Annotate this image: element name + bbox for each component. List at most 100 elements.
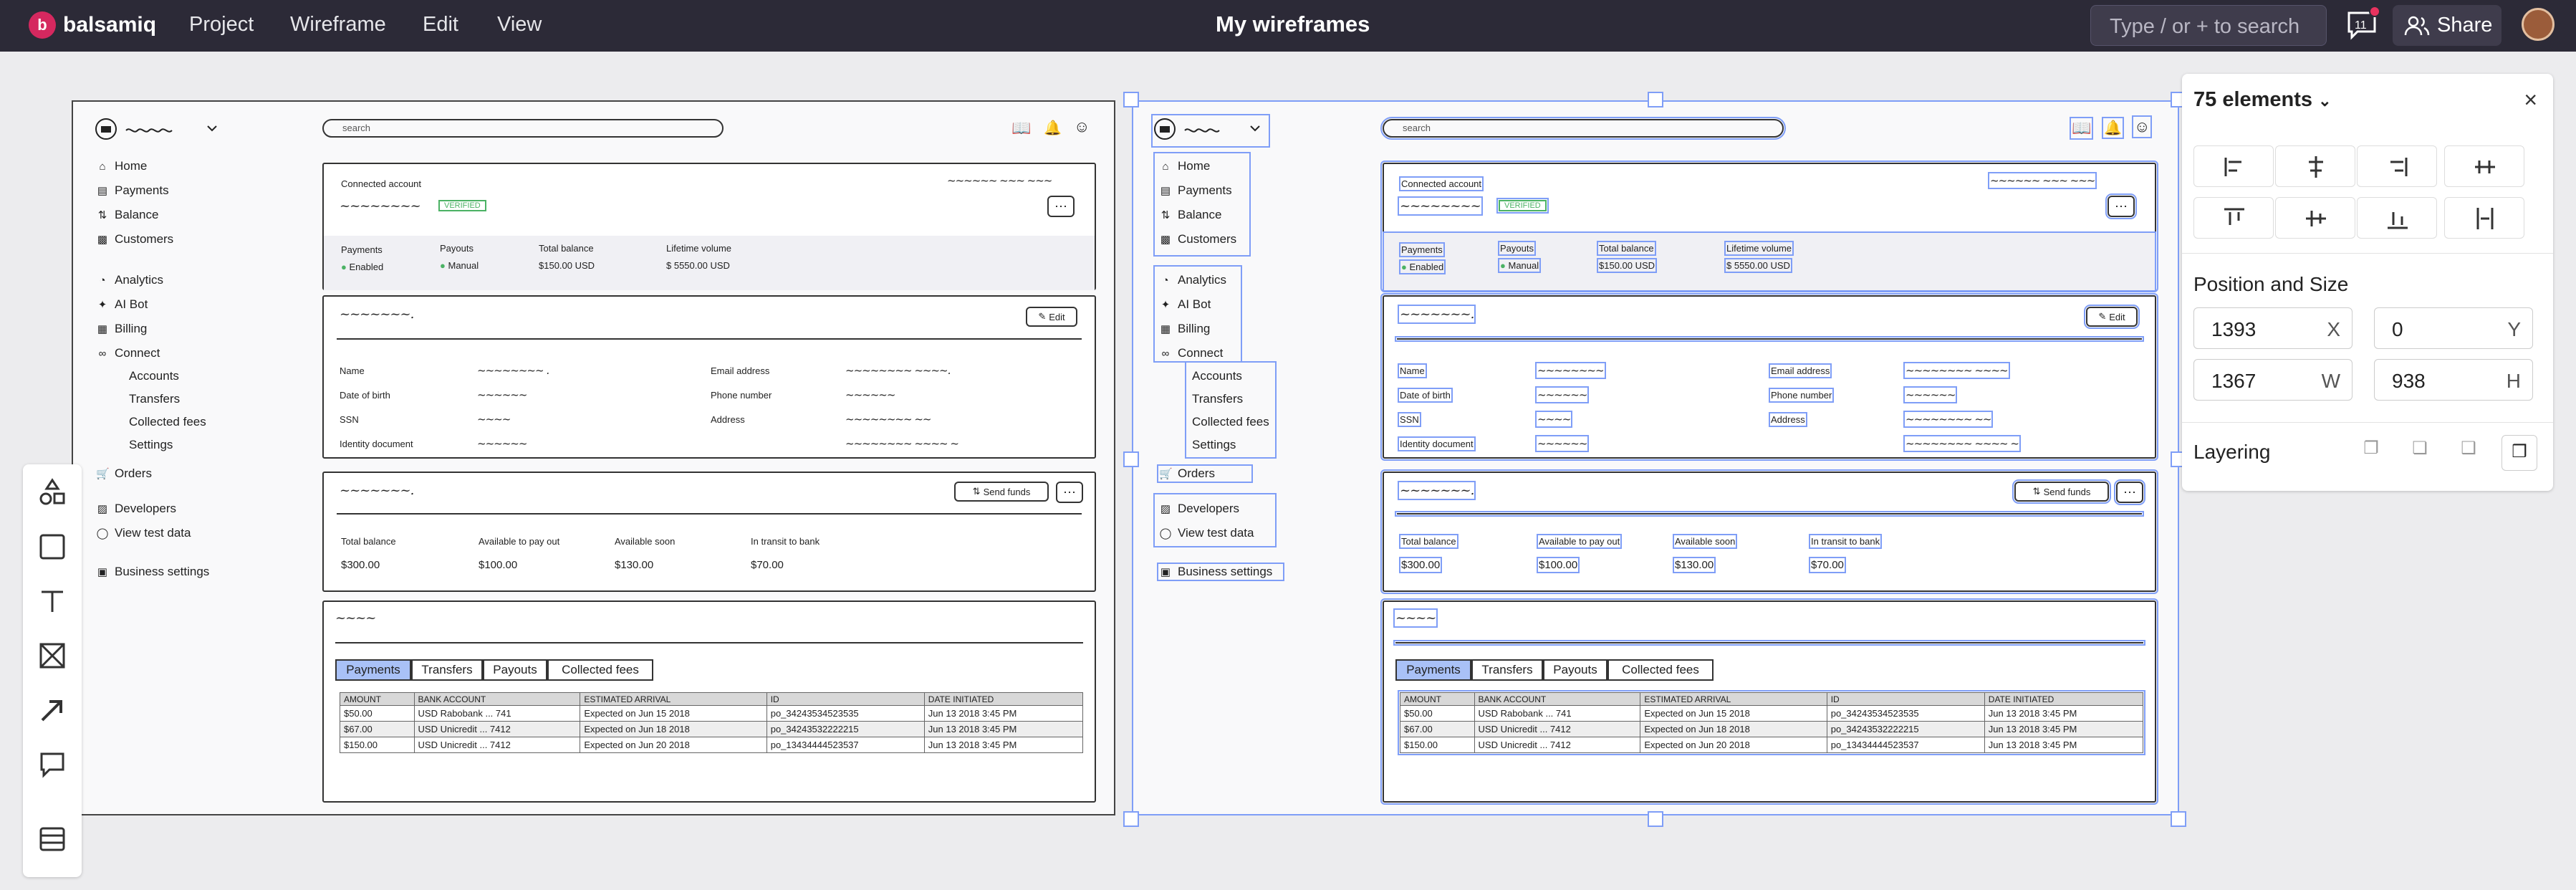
resize-handle[interactable] [1123, 811, 1139, 827]
shapes-tool[interactable] [36, 476, 69, 509]
more-button[interactable]: ⋯ [2105, 193, 2137, 219]
column-header[interactable]: DATE INITIATED [1984, 692, 2144, 706]
nav-settings[interactable]: Settings [129, 438, 173, 452]
resize-handle[interactable] [1123, 451, 1139, 467]
column-header[interactable]: AMOUNT [1400, 692, 1475, 706]
nav-view-test-data[interactable]: ◯ View test data [96, 526, 191, 540]
wf-bell-icon[interactable]: 🔔 [1044, 119, 1062, 137]
wf-book-icon[interactable]: 📖 [1011, 119, 1031, 138]
distribute-horizontal-button[interactable] [2444, 145, 2524, 187]
table-row[interactable]: $50.00 USD Rabobank ... 741 Expected on Ju… [340, 705, 1084, 722]
nav-ai-bot[interactable]: ✦ AI Bot [96, 297, 148, 312]
column-header[interactable]: AMOUNT [340, 692, 415, 706]
align-right-button[interactable] [2357, 145, 2437, 187]
column-header[interactable]: ID [766, 692, 925, 706]
nav-view-test-data[interactable]: ◯ View test data [1159, 526, 1254, 540]
user-avatar[interactable] [2522, 8, 2555, 41]
tab-collected-fees[interactable]: Collected fees [1607, 659, 1714, 681]
nav-customers[interactable]: ▩ Customers [1159, 232, 1236, 247]
resize-handle[interactable] [2171, 811, 2186, 827]
tab-collected-fees[interactable]: Collected fees [547, 659, 653, 681]
rectangle-tool[interactable] [36, 530, 69, 563]
column-header[interactable]: BANK ACCOUNT [1474, 692, 1641, 706]
distribute-vertical-button[interactable] [2444, 197, 2524, 239]
nav-billing[interactable]: ▦ Billing [96, 322, 147, 336]
bring-to-front-icon[interactable]: ❒ [2501, 435, 2537, 471]
text-tool[interactable] [36, 585, 69, 618]
table-row[interactable]: $150.00 USD Unicredit ... 7412 Expected on… [340, 737, 1084, 753]
image-placeholder-tool[interactable] [36, 639, 69, 672]
column-header[interactable]: ID [1826, 692, 1985, 706]
balsamiq-logo[interactable]: b balsamiq [29, 11, 156, 39]
wf-search-input[interactable]: search [322, 119, 724, 138]
wf-bell-icon[interactable]: 🔔 [2102, 117, 2124, 139]
w-field[interactable]: W 1367 [2193, 359, 2352, 401]
more-button[interactable]: ⋯ [1056, 482, 1083, 503]
notifications-button[interactable]: 11 [2346, 6, 2380, 40]
tab-payments[interactable]: Payments [1395, 659, 1471, 681]
align-top-button[interactable] [2193, 197, 2274, 239]
bring-forward-icon[interactable]: ❏ [2406, 438, 2434, 466]
nav-developers[interactable]: ▨ Developers [96, 502, 176, 516]
nav-payments[interactable]: ▤ Payments [1159, 183, 1232, 198]
comment-tool[interactable] [36, 748, 69, 781]
nav-transfers[interactable]: Transfers [1192, 392, 1243, 406]
document-title[interactable]: My wireframes [1216, 11, 1370, 37]
send-funds-button[interactable]: ⇅ Send funds [2012, 479, 2111, 504]
nav-ai-bot[interactable]: ✦ AI Bot [1159, 297, 1211, 312]
resize-handle[interactable] [1123, 92, 1139, 107]
table-row[interactable]: $67.00 USD Unicredit ... 7412 Expected on … [1400, 721, 2144, 737]
align-center-button[interactable] [2275, 145, 2355, 187]
nav-orders[interactable]: 🛒 Orders [1157, 464, 1253, 483]
nav-developers[interactable]: ▨ Developers [1159, 502, 1239, 516]
table-row[interactable]: $150.00 USD Unicredit ... 7412 Expected on… [1400, 737, 2144, 753]
resize-handle[interactable] [1648, 811, 1663, 827]
table-tool[interactable] [36, 823, 69, 856]
nav-balance[interactable]: ⇅ Balance [1159, 208, 1222, 222]
column-header[interactable]: ESTIMATED ARRIVAL [580, 692, 767, 706]
nav-accounts[interactable]: Accounts [1192, 369, 1242, 383]
align-left-button[interactable] [2193, 145, 2274, 187]
send-to-back-icon[interactable]: ❐ [2357, 438, 2385, 466]
nav-connect[interactable]: ∞ Connect [1159, 346, 1224, 360]
nav-connect[interactable]: ∞ Connect [96, 346, 160, 360]
menu-project[interactable]: Project [189, 13, 254, 37]
nav-balance[interactable]: ⇅ Balance [96, 208, 159, 222]
resize-handle[interactable] [1648, 92, 1663, 107]
nav-analytics[interactable]: ◔ Analytics [96, 273, 163, 287]
nav-analytics[interactable]: ◔ Analytics [1159, 273, 1226, 287]
nav-collected-fees[interactable]: Collected fees [129, 415, 206, 429]
y-field[interactable]: Y0 [2374, 307, 2533, 349]
nav-business-settings[interactable]: ▣ Business settings [1157, 563, 1284, 581]
wireframe-right-selected[interactable]: search 📖 🔔 ☺ ⌂ Home ▤ Payments ⇅ Balance ▩ C… [1132, 100, 2179, 815]
nav-home[interactable]: ⌂ Home [96, 159, 147, 173]
x-field[interactable]: X 1393 [2193, 307, 2352, 349]
tab-payouts[interactable]: Payouts [1543, 659, 1607, 681]
close-icon[interactable]: × [2524, 87, 2537, 113]
h-field[interactable]: H 938 [2374, 359, 2533, 401]
nav-business-settings[interactable]: ▣ Business settings [96, 565, 209, 579]
selection-count[interactable]: 75 elements ⌄ [2193, 88, 2332, 112]
send-funds-button[interactable]: ⇅ Send funds [954, 482, 1049, 502]
more-button[interactable]: ⋯ [1047, 196, 1075, 217]
menu-wireframe[interactable]: Wireframe [290, 13, 386, 37]
column-header[interactable]: BANK ACCOUNT [413, 692, 581, 706]
column-header[interactable]: ESTIMATED ARRIVAL [1640, 692, 1827, 706]
tab-transfers[interactable]: Transfers [411, 659, 483, 681]
nav-orders[interactable]: 🛒 Orders [96, 466, 152, 481]
nav-customers[interactable]: ▩ Customers [96, 232, 173, 247]
wf-user-icon[interactable]: ☺ [1074, 118, 1090, 136]
search-input[interactable]: Type / or + to search [2090, 5, 2327, 46]
table-row[interactable]: $67.00 USD Unicredit ... 7412 Expected on … [340, 721, 1084, 737]
tab-payments[interactable]: Payments [335, 659, 411, 681]
align-bottom-button[interactable] [2357, 197, 2437, 239]
arrow-tool[interactable] [36, 694, 69, 727]
menu-edit[interactable]: Edit [423, 13, 458, 37]
wf-book-icon[interactable]: 📖 [2069, 117, 2094, 140]
edit-button[interactable]: ✎ Edit [2084, 305, 2140, 329]
align-middle-button[interactable] [2275, 197, 2355, 239]
wf-user-icon[interactable]: ☺ [2131, 115, 2153, 138]
more-button[interactable]: ⋯ [2114, 479, 2145, 505]
tab-transfers[interactable]: Transfers [1471, 659, 1543, 681]
wf-search-input[interactable]: search [1380, 117, 1786, 140]
